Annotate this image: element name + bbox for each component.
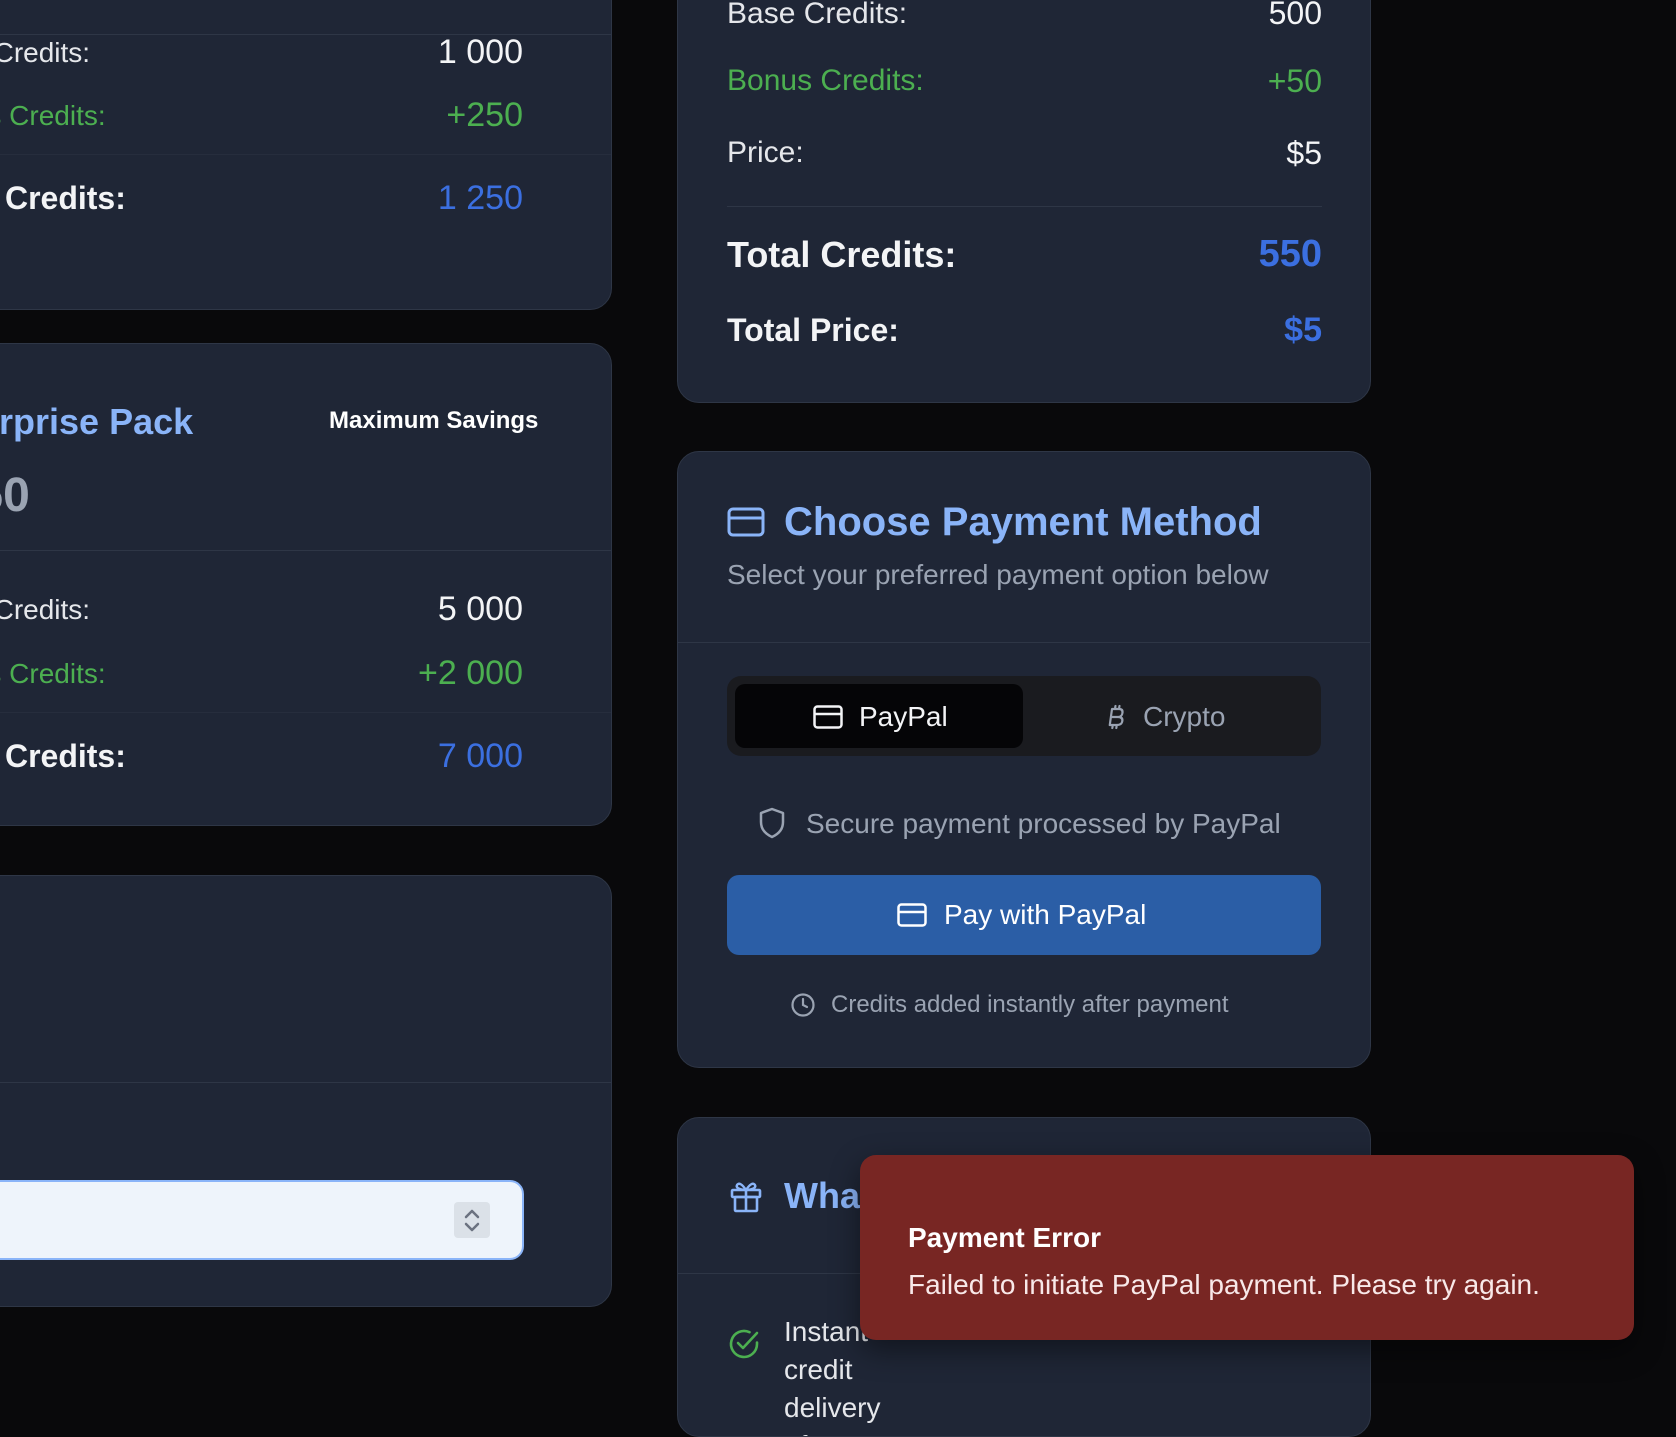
number-stepper[interactable] [454, 1202, 490, 1238]
card-divider [0, 550, 611, 551]
base-credits-label: Base Credits: [727, 0, 908, 30]
pack-title: Enterprise Pack [0, 401, 194, 442]
price-label: Price: [727, 136, 804, 169]
secure-payment-note: Secure payment processed by PayPal [806, 808, 1281, 839]
card-divider [678, 642, 1370, 643]
bonus-credits-label: Bonus Credits: [0, 100, 106, 131]
payment-tabs: PayPal Crypto [727, 676, 1321, 756]
check-circle-icon [729, 1329, 759, 1359]
payment-error-toast[interactable]: Payment Error Failed to initiate PayPal … [860, 1155, 1634, 1340]
tab-label: PayPal [859, 701, 948, 732]
bonus-credits-value: +250 [446, 96, 523, 134]
pay-button-label: Pay with PayPal [944, 899, 1147, 930]
payment-method-subtitle: Select your preferred payment option bel… [727, 559, 1269, 590]
bitcoin-icon [1108, 704, 1124, 730]
base-credits-label: Base Credits: [0, 594, 91, 625]
total-credits-value: 1 250 [437, 179, 523, 217]
savings-badge: Maximum Savings [329, 407, 539, 434]
card-divider [727, 206, 1322, 207]
toast-message: Failed to initiate PayPal payment. Pleas… [908, 1269, 1540, 1300]
shield-icon [759, 807, 785, 839]
card-divider [0, 712, 611, 713]
total-price-label: Total Price: [727, 312, 899, 348]
total-credits-value: 550 [1258, 233, 1322, 275]
tab-label: Crypto [1143, 701, 1226, 732]
base-credits-value: 1 000 [437, 33, 523, 71]
total-credits-label: Total Credits: [0, 738, 126, 774]
pack-card-business[interactable]: Base Credits: 1 000 Bonus Credits: +250 … [0, 0, 612, 310]
instant-credit-note: Credits added instantly after payment [831, 991, 1229, 1018]
credit-card-icon [727, 507, 765, 537]
bonus-credits-value: +50 [1267, 63, 1322, 99]
credit-amount-input[interactable] [0, 1180, 524, 1260]
gift-icon [730, 1182, 762, 1213]
bonus-credits-label: Bonus Credits: [727, 64, 924, 97]
price-value: $5 [1286, 135, 1322, 171]
pack-card-enterprise[interactable]: Enterprise Pack Maximum Savings $250 Bas… [0, 343, 612, 826]
order-summary-card: Base Credits: 500 Bonus Credits: +50 Pri… [677, 0, 1371, 403]
payment-method-title: Choose Payment Method [784, 500, 1262, 544]
base-credits-label: Base Credits: [0, 37, 91, 68]
base-credits-value: 500 [1268, 0, 1322, 31]
total-credits-value: 7 000 [437, 737, 523, 775]
total-price-value: $5 [1284, 311, 1322, 349]
pay-with-paypal-button[interactable]: Pay with PayPal [727, 875, 1321, 955]
pack-price: $250 [0, 469, 30, 522]
custom-amount-card [0, 875, 612, 1307]
card-divider [0, 154, 611, 155]
bonus-credits-value: +2 000 [418, 654, 523, 692]
toast-title: Payment Error [908, 1222, 1101, 1253]
chevron-up-down-icon [464, 1209, 480, 1232]
tab-paypal[interactable]: PayPal [735, 684, 1023, 748]
credit-card-icon [897, 903, 927, 927]
total-credits-label: Total Credits: [727, 234, 957, 275]
bonus-credits-label: Bonus Credits: [0, 658, 106, 689]
total-credits-label: Total Credits: [0, 180, 126, 216]
base-credits-value: 5 000 [437, 590, 523, 628]
payment-method-card: Choose Payment Method Select your prefer… [677, 451, 1371, 1068]
credit-card-icon [813, 705, 843, 729]
card-divider [0, 1082, 611, 1083]
clock-icon [791, 993, 815, 1017]
tab-crypto[interactable]: Crypto [1025, 684, 1313, 748]
